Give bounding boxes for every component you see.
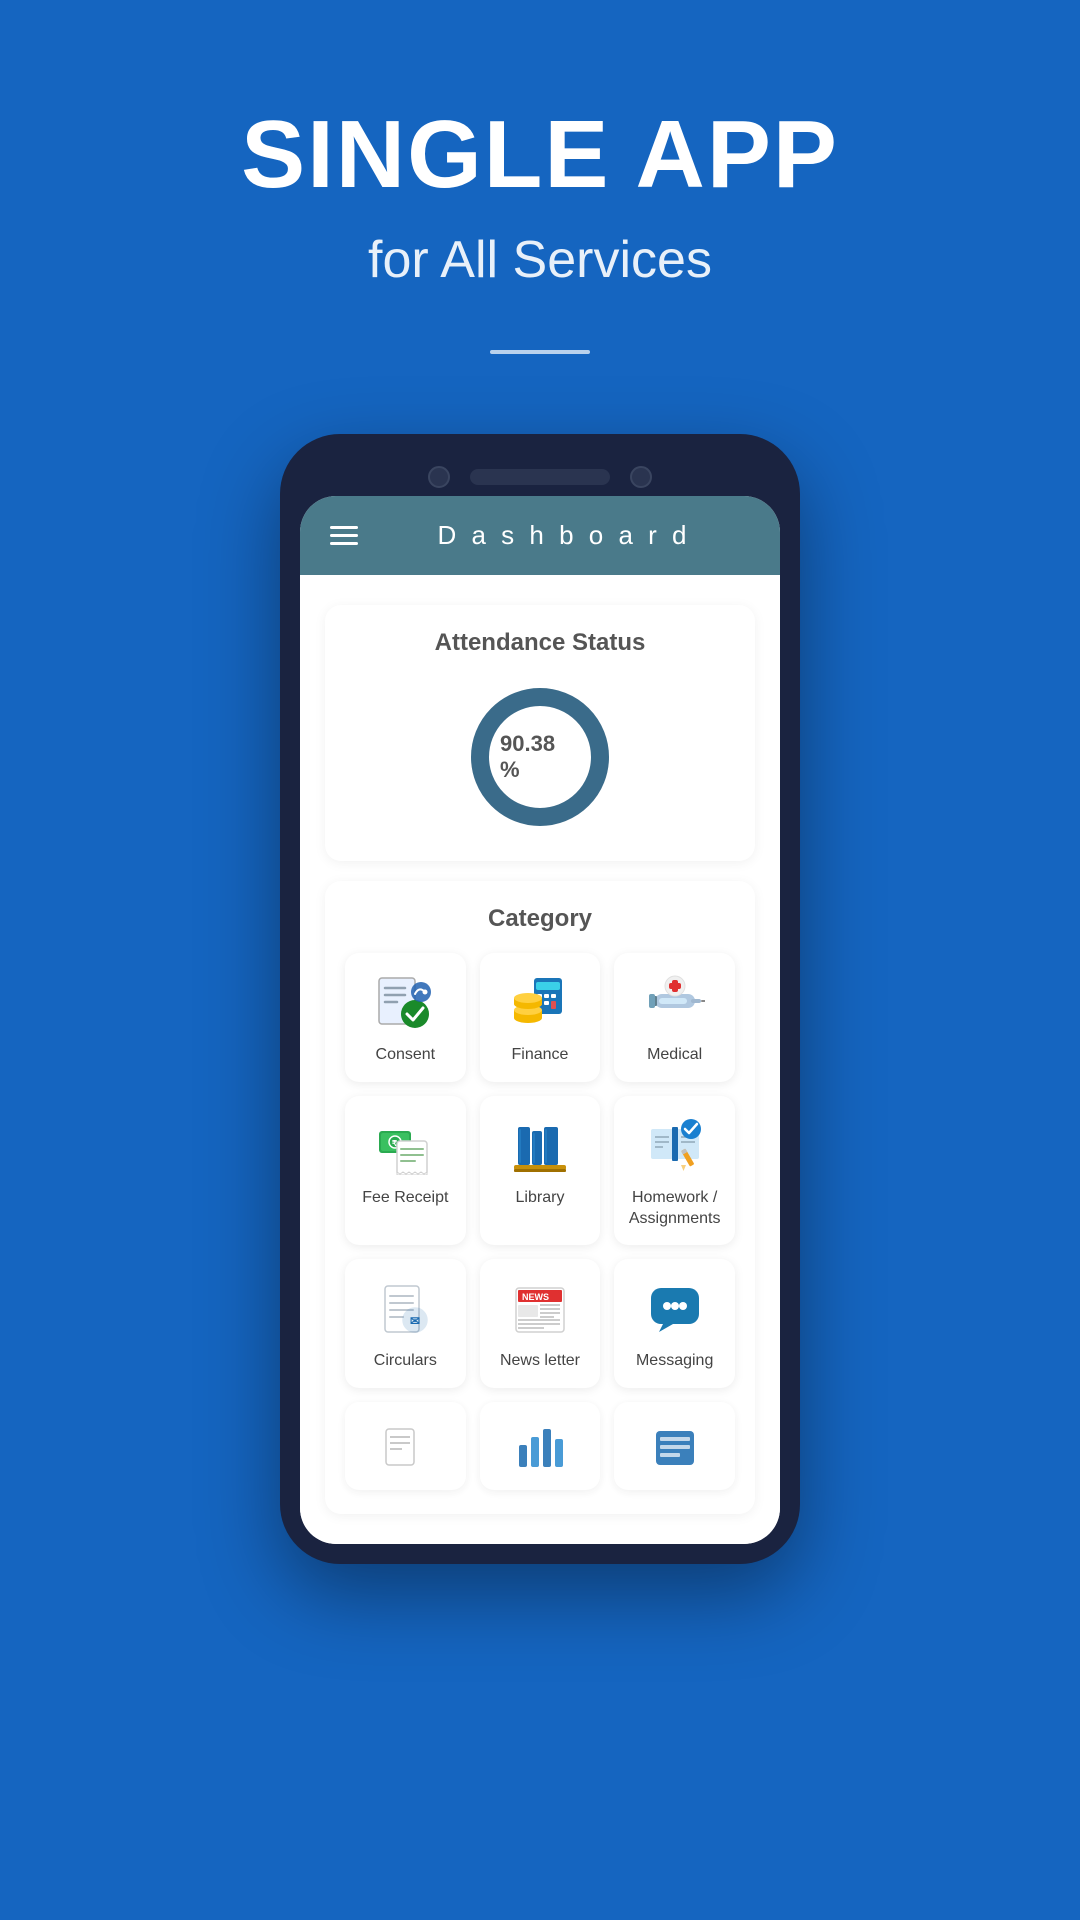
hero-divider [490,350,590,354]
app-header-title: D a s h b o a r d [378,520,750,551]
newsletter-label: News letter [500,1351,580,1372]
speaker [470,469,610,485]
library-icon [505,1116,575,1176]
consent-label: Consent [376,1045,436,1066]
category-item-fee-receipt[interactable]: ₹ Fee Receipt [345,1096,466,1246]
fee-receipt-icon: ₹ [370,1116,440,1176]
attendance-donut-chart: 90.38 % [460,677,620,837]
category-item-circulars[interactable]: ✉ Circulars [345,1259,466,1388]
phone-mockup: D a s h b o a r d Attendance Status 9 [280,434,800,1564]
sensor-icon [630,466,652,488]
camera-icon [428,466,450,488]
fee-receipt-label: Fee Receipt [362,1188,448,1209]
category-grid: Consent [345,953,735,1388]
app-header: D a s h b o a r d [300,496,780,575]
category-item-library[interactable]: Library [480,1096,601,1246]
partial-icon-3 [640,1418,710,1478]
phone-notch [300,454,780,496]
medical-label: Medical [647,1045,702,1066]
category-item-medical[interactable]: Medical [614,953,735,1082]
partial-item-2[interactable] [480,1402,601,1490]
consent-icon [370,973,440,1033]
hero-section: SINGLE APP for All Services [0,0,1080,354]
phone-outer: D a s h b o a r d Attendance Status 9 [280,434,800,1564]
homework-icon [640,1116,710,1176]
category-section: Category [325,881,755,1514]
medical-icon [640,973,710,1033]
hero-title: SINGLE APP [241,100,839,210]
finance-icon [505,973,575,1033]
circulars-label: Circulars [374,1351,437,1372]
svg-text:NEWS: NEWS [522,1292,549,1302]
screen-content: Attendance Status 90.38 % [300,575,780,1544]
messaging-icon [640,1279,710,1339]
partial-item-1[interactable] [345,1402,466,1490]
partial-icon-1 [370,1418,440,1478]
category-item-messaging[interactable]: Messaging [614,1259,735,1388]
donut-container: 90.38 % [349,677,731,837]
category-title: Category [345,905,735,933]
messaging-label: Messaging [636,1351,713,1372]
phone-screen: D a s h b o a r d Attendance Status 9 [300,496,780,1544]
category-item-newsletter[interactable]: NEWS [480,1259,601,1388]
category-item-homework[interactable]: Homework / Assignments [614,1096,735,1246]
partial-icon-2 [505,1418,575,1478]
category-item-finance[interactable]: Finance [480,953,601,1082]
library-label: Library [516,1188,565,1209]
circulars-icon: ✉ [370,1279,440,1339]
svg-text:✉: ✉ [410,1314,420,1328]
partial-row [345,1402,735,1490]
attendance-percentage: 90.38 % [500,731,580,783]
partial-item-3[interactable] [614,1402,735,1490]
attendance-title: Attendance Status [349,629,731,657]
homework-label: Homework / Assignments [624,1188,725,1230]
attendance-section: Attendance Status 90.38 % [325,605,755,861]
newsletter-icon: NEWS [505,1279,575,1339]
category-item-consent[interactable]: Consent [345,953,466,1082]
hero-subtitle: for All Services [368,230,712,290]
finance-label: Finance [512,1045,569,1066]
hamburger-menu-button[interactable] [330,526,358,545]
